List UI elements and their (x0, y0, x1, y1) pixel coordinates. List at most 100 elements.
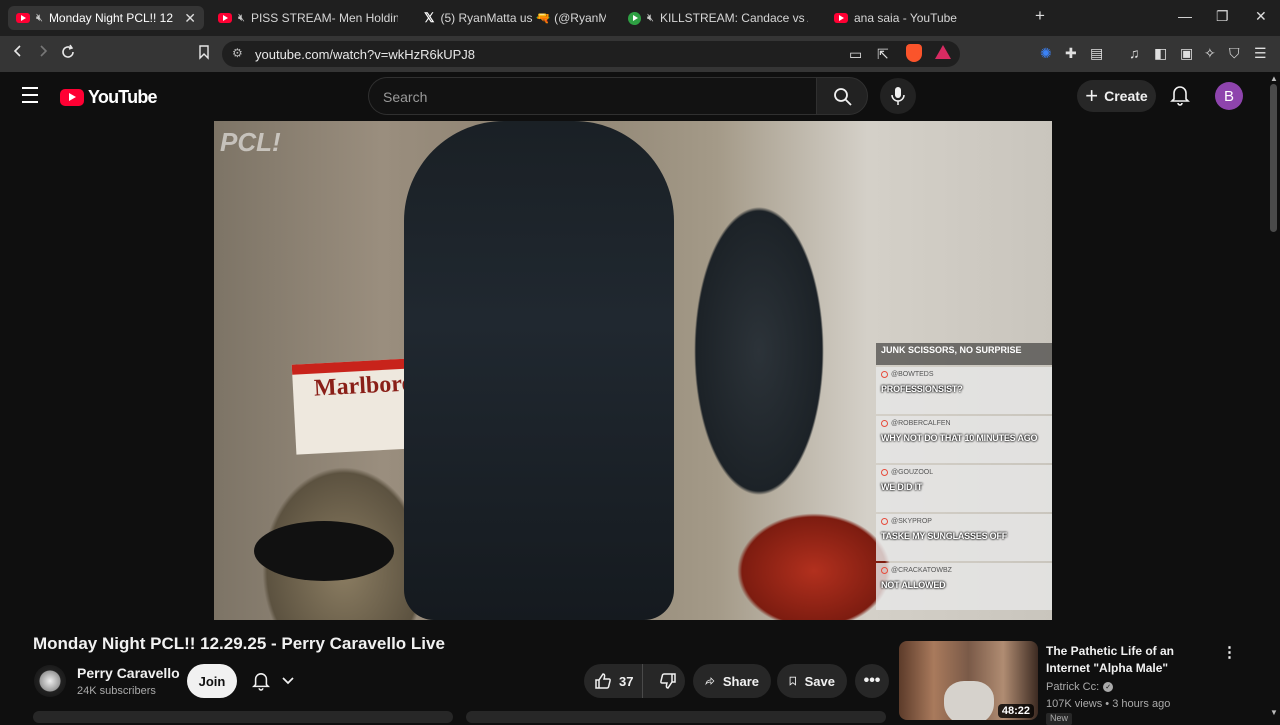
youtube-icon (16, 13, 30, 23)
create-button[interactable]: + Create (1077, 80, 1156, 112)
channel-avatar[interactable] (34, 665, 66, 697)
chat-overlay: JUNK SCISSORS, NO SURPRISE @BOWTEDS PROF… (876, 343, 1052, 610)
channel-name[interactable]: Perry Caravello (77, 665, 180, 681)
tab-killstream[interactable]: 🔇︎ KILLSTREAM: Candace vs Alex Ra (628, 6, 808, 30)
chat-text: PROFESSIONSIST? (881, 384, 963, 394)
chat-message: JUNK SCISSORS, NO SURPRISE (876, 343, 1052, 365)
scroll-up-icon[interactable]: ▲ (1270, 74, 1278, 83)
recommendation-channel[interactable]: Patrick Cc: ✓ (1046, 681, 1114, 693)
save-bookmark-icon (789, 676, 796, 686)
bookmark-icon[interactable] (197, 44, 211, 65)
close-tab-icon[interactable]: ✕ (184, 10, 196, 27)
menu-icon[interactable]: ☰ (1254, 45, 1267, 62)
speaker-muted-icon[interactable]: 🔇︎ (238, 12, 245, 25)
video-player[interactable]: Marlboro PCL! JUNK SCISSORS, NO SURPRISE… (214, 121, 1052, 620)
search-button[interactable] (816, 77, 868, 115)
description-box[interactable] (33, 711, 453, 723)
site-settings-icon[interactable]: ⚙ (232, 46, 243, 60)
chat-text: WE DID IT (881, 482, 923, 492)
speaker-muted-icon[interactable]: 🔇︎ (36, 12, 43, 25)
wallet-icon[interactable]: ▣ (1180, 45, 1193, 62)
tab-monday-night-pcl[interactable]: 🔇︎ Monday Night PCL!! 12.29.25 ✕ (8, 6, 204, 30)
reader-icon[interactable]: ▤ (1090, 45, 1103, 62)
chat-text: TASKE MY SUNGLASSES OFF (881, 531, 1008, 541)
chat-username: @SKYPROP (891, 518, 932, 525)
user-icon (881, 469, 888, 476)
page-scrollbar[interactable]: ▲ ▼ (1268, 72, 1280, 720)
browser-toolbar: ⚙ youtube.com/watch?v=wkHzR6kUPJ8 ▭ ⇱ ✺ … (0, 36, 1280, 72)
chat-username: @GOUZOOL (891, 469, 934, 476)
chat-replay-box[interactable] (466, 711, 886, 723)
recommendation-title[interactable]: The Pathetic Life of an Internet "Alpha … (1046, 643, 1216, 677)
create-label: Create (1104, 88, 1148, 104)
more-actions-button[interactable]: ••• (855, 664, 889, 698)
account-avatar[interactable]: B (1215, 82, 1243, 110)
vpn-icon[interactable]: ✺ (1040, 45, 1052, 62)
url-text: youtube.com/watch?v=wkHzR6kUPJ8 (255, 47, 476, 62)
x-icon: 𝕏 (424, 10, 435, 25)
chat-message: @CRACKATOWBZ NOT ALLOWED (876, 563, 1052, 610)
subscription-notifications-button[interactable] (248, 664, 306, 698)
new-badge: New (1046, 713, 1073, 725)
tab-title: KILLSTREAM: Candace vs Alex Ra (659, 11, 808, 25)
user-icon (881, 567, 888, 574)
recommendation-thumbnail[interactable]: 48:22 (899, 641, 1038, 720)
streamer (404, 121, 674, 620)
verified-icon: ✓ (1103, 682, 1114, 692)
vpn-shield-icon[interactable]: ⛉ (1229, 45, 1240, 62)
subscriber-count: 24K subscribers (77, 685, 156, 697)
close-window-button[interactable]: ✕ (1255, 8, 1267, 25)
chat-username: @ROBERCALFEN (891, 420, 951, 427)
cast-icon[interactable]: ▭ (849, 46, 862, 63)
share-button[interactable]: Share (693, 664, 771, 698)
user-icon (881, 518, 888, 525)
search-placeholder: Search (383, 89, 428, 105)
scroll-down-icon[interactable]: ▼ (1270, 708, 1278, 717)
speaker-muted-icon[interactable]: 🔇︎ (647, 12, 654, 25)
voice-search-button[interactable] (880, 78, 916, 114)
tab-piss-stream[interactable]: 🔇︎ PISS STREAM- Men Holding Han (218, 6, 398, 30)
youtube-header: YouTube Search + Create B (0, 72, 1280, 120)
tab-ana-saia[interactable]: ana saia - YouTube (834, 6, 1014, 30)
youtube-logo[interactable]: YouTube (60, 87, 158, 108)
new-tab-button[interactable]: + (1035, 6, 1045, 26)
maximize-button[interactable]: ❐ (1216, 8, 1229, 25)
chat-username: @BOWTEDS (891, 371, 934, 378)
join-button[interactable]: Join (187, 664, 237, 698)
recommendation-channel-name: Patrick Cc: (1046, 681, 1100, 693)
extensions-icon[interactable]: ✚ (1065, 45, 1077, 62)
chat-message: @BOWTEDS PROFESSIONSIST? (876, 367, 1052, 414)
share-icon (705, 677, 715, 686)
save-label: Save (804, 673, 835, 689)
video-duration: 48:22 (997, 704, 1034, 718)
hat (254, 521, 394, 581)
media-icon[interactable]: ♫ (1129, 45, 1140, 61)
share-page-icon[interactable]: ⇱ (877, 46, 889, 63)
guide-menu-icon[interactable] (22, 87, 38, 103)
dislike-button[interactable] (651, 664, 685, 698)
tab-ryanmatta[interactable]: 𝕏 (5) RyanMatta us 🔫 (@RyanMattaM (424, 6, 606, 30)
user-icon (881, 371, 888, 378)
search-input[interactable]: Search (368, 77, 816, 115)
minimize-button[interactable]: — (1178, 8, 1192, 24)
like-dislike-group: 37 (584, 664, 685, 698)
recommendation-meta: 107K views • 3 hours ago (1046, 698, 1171, 710)
chat-text: NOT ALLOWED (881, 580, 946, 590)
brave-rewards-icon[interactable] (935, 45, 951, 59)
scrollbar-thumb[interactable] (1270, 84, 1277, 232)
notifications-bell-icon[interactable] (1170, 84, 1190, 106)
reload-icon[interactable] (60, 44, 76, 65)
share-label: Share (722, 673, 759, 689)
youtube-wordmark: YouTube (88, 87, 158, 107)
save-button[interactable]: Save (777, 664, 847, 698)
back-arrow-icon[interactable] (11, 44, 25, 63)
leo-ai-icon[interactable]: ✧ (1204, 45, 1216, 62)
more-vertical-icon[interactable]: ⋮ (1222, 643, 1237, 661)
sidebar-icon[interactable]: ◧ (1154, 45, 1167, 62)
like-button[interactable]: 37 (584, 664, 644, 698)
forward-arrow-icon[interactable] (36, 44, 50, 63)
chat-message: @ROBERCALFEN WHY NOT DO THAT 10 MINUTES … (876, 416, 1052, 463)
bell-icon (252, 673, 270, 691)
address-bar[interactable]: ⚙ youtube.com/watch?v=wkHzR6kUPJ8 ▭ ⇱ (222, 41, 960, 67)
brave-shields-icon[interactable] (906, 44, 922, 62)
